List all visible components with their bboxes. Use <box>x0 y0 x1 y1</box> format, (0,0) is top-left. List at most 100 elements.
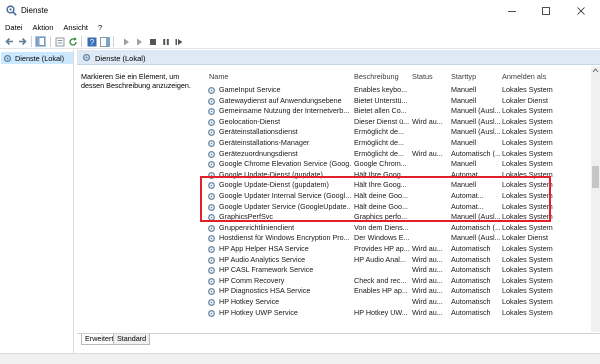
cell-name: Geräteinstallationsdienst <box>219 127 298 137</box>
cell-status: Wird au... <box>412 265 443 275</box>
cell-description: Provides HP ap... <box>354 244 410 253</box>
menu-help[interactable]: ? <box>98 23 102 32</box>
table-row[interactable]: GameInput Service Enables keybo... Manuell… <box>205 85 590 96</box>
start-service-icon[interactable] <box>120 36 131 47</box>
properties-icon[interactable] <box>54 36 65 47</box>
cell-starttype: Manuell <box>451 85 477 94</box>
table-row[interactable]: Gerätezuordnungsdienst Ermöglicht de... Wi… <box>205 149 590 160</box>
table-row[interactable]: HP Comm Recovery Check and rec... Wird au.… <box>205 276 590 287</box>
cell-description: Bietet allen Co... <box>354 106 407 116</box>
cell-status <box>412 159 449 170</box>
show-action-pane-icon[interactable] <box>99 36 110 47</box>
cell-logon: Lokaler Dienst <box>502 95 548 105</box>
minimize-button[interactable] <box>497 0 527 21</box>
table-row[interactable]: HP Audio Analytics Service HP Audio Anal.… <box>205 255 590 266</box>
description-panel: Markieren Sie ein Element, um dessen Bes… <box>77 66 203 332</box>
menu-aktion[interactable]: Aktion <box>33 23 54 32</box>
window-title: Dienste <box>21 6 49 15</box>
maximize-button[interactable] <box>531 0 561 21</box>
highlight-box <box>200 176 551 222</box>
scroll-thumb[interactable] <box>592 166 599 188</box>
cell-name: HP Comm Recovery <box>219 275 285 285</box>
cell-logon: Lokales System <box>502 148 553 158</box>
column-header-description[interactable]: Beschreibung <box>354 72 399 82</box>
column-header-logon[interactable]: Anmelden als <box>502 72 546 82</box>
cell-description: Dieser Dienst ü... <box>354 116 410 126</box>
pane-header-title: Dienste (Lokal) <box>95 54 146 63</box>
tab-standard[interactable]: Standard <box>113 334 151 345</box>
service-gear-icon <box>208 288 215 296</box>
cell-name: Geräteinstallations-Manager <box>219 138 310 147</box>
console-tree: Dienste (Lokal) <box>0 50 74 353</box>
vertical-scrollbar[interactable] <box>591 66 600 332</box>
svg-text:?: ? <box>89 38 94 47</box>
cell-starttype: Automatisch <box>451 244 491 253</box>
cell-status: Wird au... <box>412 275 443 285</box>
refresh-icon[interactable] <box>67 36 78 47</box>
service-gear-icon <box>208 108 215 116</box>
cell-status <box>412 138 449 149</box>
restart-service-icon[interactable] <box>173 36 184 47</box>
table-row[interactable]: Geolocation-Dienst Dieser Dienst ü... Wird… <box>205 117 590 128</box>
scroll-up-arrow-icon[interactable] <box>591 66 600 75</box>
cell-name: HP Audio Analytics Service <box>219 254 306 264</box>
table-row[interactable]: HP Hotkey UWP Service HP Hotkey UW... Wird… <box>205 308 590 319</box>
table-row[interactable]: HP CASL Framework Service Wird au... Autom… <box>205 265 590 276</box>
table-row[interactable]: HP App Helper HSA Service Provides HP ap.… <box>205 244 590 255</box>
console-tree-icon[interactable] <box>35 36 46 47</box>
cell-logon: Lokales System <box>502 116 553 126</box>
table-row[interactable]: Hostdienst für Windows Encryption Pro...… <box>205 233 590 244</box>
status-bar <box>0 353 600 364</box>
close-button[interactable] <box>566 0 596 21</box>
table-row[interactable]: Gatewaydienst auf Anwendungsebene Bietet … <box>205 96 590 107</box>
table-row[interactable]: Google Chrome Elevation Service (Goog...… <box>205 159 590 170</box>
cell-logon: Lokales System <box>502 159 553 169</box>
column-header-status[interactable]: Status <box>412 72 433 82</box>
cell-status <box>412 106 449 117</box>
cell-starttype: Manuell (Ausl... <box>451 106 500 116</box>
menu-datei[interactable]: Datei <box>5 23 23 32</box>
help-icon[interactable]: ? <box>86 36 97 47</box>
table-row[interactable]: Gemeinsame Nutzung der Internetverb... Bi… <box>205 106 590 117</box>
cell-name: HP App Helper HSA Service <box>219 244 309 253</box>
cell-logon: Lokaler Dienst <box>502 233 548 243</box>
service-gear-icon <box>208 277 215 285</box>
cell-name: Gatewaydienst auf Anwendungsebene <box>219 95 342 105</box>
cell-name: HP Hotkey Service <box>219 297 280 306</box>
title-bar: Dienste <box>0 0 600 21</box>
stop-service-icon[interactable] <box>147 36 158 47</box>
tab-erweitert[interactable]: Erweitert <box>81 334 118 345</box>
cell-description: Ermöglicht de... <box>354 148 404 158</box>
cell-status: Wird au... <box>412 244 443 253</box>
table-row[interactable]: HP Diagnostics HSA Service Enables HP ap.… <box>205 286 590 297</box>
cell-starttype: Manuell <box>451 95 477 105</box>
table-row[interactable]: HP Hotkey Service Wird au... Automatisch Lo… <box>205 297 590 308</box>
column-header-name[interactable]: Name <box>209 72 228 82</box>
pause-service-icon[interactable] <box>160 36 171 47</box>
cell-status: Wird au... <box>412 286 443 296</box>
view-tabs: Erweitert Standard <box>77 333 600 345</box>
table-row[interactable]: Geräteinstallationsdienst Ermöglicht de..… <box>205 127 590 138</box>
start-service-alt-icon[interactable] <box>133 36 144 47</box>
service-gear-icon <box>208 224 215 232</box>
table-row[interactable]: Geräteinstallations-Manager Ermöglicht de… <box>205 138 590 149</box>
cell-logon: Lokales System <box>502 106 553 116</box>
table-row[interactable]: Gruppenrichtlinienclient Von dem Diens...… <box>205 223 590 234</box>
cell-status: Wird au... <box>412 116 443 126</box>
service-gear-icon <box>208 87 215 94</box>
column-header-starttype[interactable]: Starttyp <box>451 72 476 82</box>
service-gear-icon <box>208 140 215 147</box>
menu-ansicht[interactable]: Ansicht <box>63 23 88 32</box>
services-gear-icon <box>6 5 17 16</box>
service-gear-icon <box>208 267 215 275</box>
service-gear-icon <box>208 299 215 306</box>
cell-starttype: Manuell <box>451 138 477 147</box>
toolbar: ? <box>0 34 600 49</box>
back-arrow-icon[interactable] <box>4 36 15 47</box>
cell-name: Gemeinsame Nutzung der Internetverb... <box>219 106 350 116</box>
service-gear-icon <box>208 246 215 253</box>
cell-description: Ermöglicht de... <box>354 127 404 137</box>
tree-item-dienste-lokal[interactable]: Dienste (Lokal) <box>1 52 73 64</box>
forward-arrow-icon[interactable] <box>17 36 28 47</box>
cell-logon: Lokales System <box>502 275 553 285</box>
